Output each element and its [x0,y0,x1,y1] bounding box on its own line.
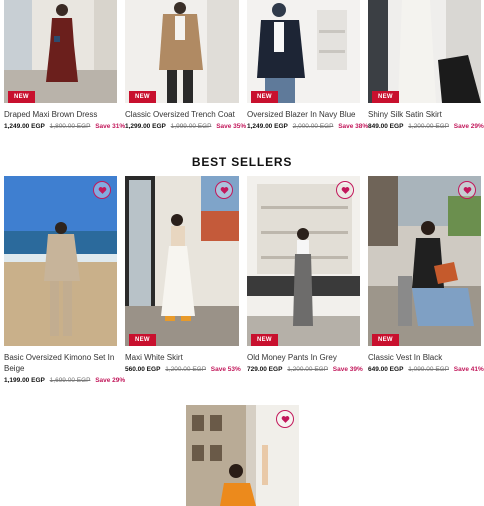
product-image[interactable] [247,176,360,346]
product-name[interactable]: Classic Oversized Trench Coat [125,109,243,120]
discount-label: Save 29% [453,123,484,130]
product-image[interactable] [247,0,360,103]
product-image[interactable] [125,0,239,103]
product-image[interactable] [4,0,117,103]
wishlist-button[interactable] [458,181,476,199]
wishlist-button[interactable] [336,181,354,199]
product-price: 1,249.00 EGP 2,000.00 EGP Save 38% [247,123,368,130]
heart-icon [341,186,349,194]
product-image[interactable] [125,176,239,346]
original-price: 1,200.00 EGP [287,366,328,373]
product-price: 849.00 EGP 1,200.00 EGP Save 29% [368,123,484,130]
best-sellers-title: BEST SELLERS [191,155,293,169]
current-price: 729.00 EGP [247,366,283,373]
product-price: 729.00 EGP 1,200.00 EGP Save 39% [247,366,363,373]
new-badge: NEW [251,91,278,103]
top-product-row: NEW Draped Maxi Brown Dress 1,249.00 EGP… [0,0,484,140]
wishlist-button[interactable] [276,410,294,428]
discount-label: Save 38% [338,123,369,130]
product-image[interactable] [368,176,481,346]
original-price: 1,200.00 EGP [408,123,449,130]
discount-label: Save 41% [453,366,484,373]
product-card[interactable]: NEW Shiny Silk Satin Skirt 849.00 EGP 1,… [368,0,484,140]
new-badge: NEW [129,334,156,346]
original-price: 1,800.00 EGP [49,123,91,130]
discount-label: Save 29% [95,377,126,384]
product-name[interactable]: Classic Vest In Black [368,352,481,363]
current-price: 1,249.00 EGP [247,123,288,130]
current-price: 1,199.00 EGP [4,377,45,384]
product-name[interactable]: Oversized Blazer In Navy Blue [247,109,365,120]
wishlist-button[interactable] [215,181,233,199]
best-sellers-row: Basic Oversized Kimono Set In Beige 1,19… [0,176,484,391]
product-price: 1,299.00 EGP 1,999.00 EGP Save 35% [125,123,246,130]
current-price: 1,299.00 EGP [125,123,166,130]
discount-label: Save 31% [95,123,126,130]
new-badge: NEW [372,334,399,346]
original-price: 1,099.00 EGP [408,366,449,373]
product-name[interactable]: Maxi White Skirt [125,352,239,363]
product-price: 1,249.00 EGP 1,800.00 EGP Save 31% [4,123,125,130]
product-name[interactable]: Basic Oversized Kimono Set In Beige [4,352,117,374]
product-name[interactable]: Shiny Silk Satin Skirt [368,109,481,120]
current-price: 649.00 EGP [368,366,404,373]
discount-label: Save 39% [332,366,363,373]
product-name[interactable]: Draped Maxi Brown Dress [4,109,117,120]
product-name[interactable]: Old Money Pants In Grey [247,352,360,363]
heart-icon [463,186,471,194]
product-card[interactable]: NEW Classic Oversized Trench Coat 1,299.… [125,0,246,140]
product-card[interactable]: Basic Oversized Kimono Set In Beige 1,19… [4,176,125,391]
heart-icon [220,186,228,194]
current-price: 560.00 EGP [125,366,161,373]
new-badge: NEW [129,91,156,103]
heart-icon [98,186,106,194]
product-card[interactable]: NEW Draped Maxi Brown Dress 1,249.00 EGP… [4,0,125,140]
new-badge: NEW [372,91,399,103]
current-price: 849.00 EGP [368,123,404,130]
product-image[interactable] [4,176,117,346]
current-price: 1,249.00 EGP [4,123,45,130]
original-price: 1,999.00 EGP [170,123,212,130]
product-card[interactable]: NEW Classic Vest In Black 649.00 EGP 1,0… [368,176,484,391]
product-price: 560.00 EGP 1,200.00 EGP Save 53% [125,366,241,373]
product-card[interactable] [186,405,299,506]
new-badge: NEW [8,91,35,103]
discount-label: Save 53% [210,366,241,373]
product-card[interactable]: NEW Old Money Pants In Grey 729.00 EGP 1… [247,176,363,391]
heart-icon [281,415,289,423]
original-price: 1,200.00 EGP [165,366,206,373]
original-price: 2,000.00 EGP [292,123,334,130]
product-card[interactable]: NEW Maxi White Skirt 560.00 EGP 1,200.00… [125,176,241,391]
product-price: 1,199.00 EGP 1,699.00 EGP Save 29% [4,377,125,384]
new-badge: NEW [251,334,278,346]
product-image[interactable] [368,0,481,103]
product-card[interactable]: NEW Oversized Blazer In Navy Blue 1,249.… [247,0,368,140]
product-price: 649.00 EGP 1,099.00 EGP Save 41% [368,366,484,373]
wishlist-button[interactable] [93,181,111,199]
discount-label: Save 35% [216,123,247,130]
original-price: 1,699.00 EGP [49,377,91,384]
